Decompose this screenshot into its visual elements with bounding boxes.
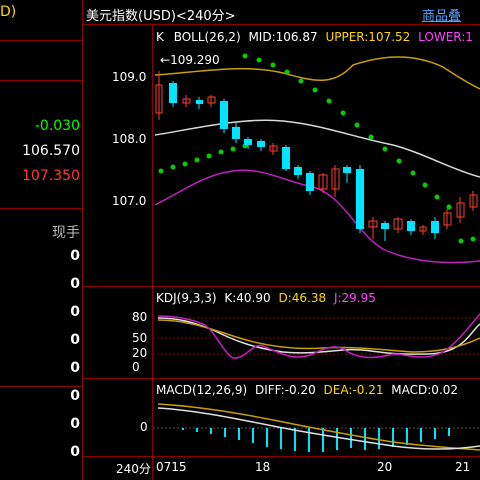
left-divider-1 <box>0 40 82 41</box>
zero-value: 0 <box>70 304 80 320</box>
left-divider-4 <box>0 386 82 387</box>
period-label: 240分 <box>116 462 151 476</box>
left-title-fragment: D) <box>0 4 17 20</box>
kdj-d-line <box>157 319 480 353</box>
macd-indicator-row: MACD(12,26,9) DIFF:-0.20 DEA:-0.21 MACD:… <box>156 383 458 397</box>
kdj-tick-0: 0 <box>132 360 140 374</box>
boll-lower-line <box>154 169 480 264</box>
zero-value: 0 <box>70 276 80 292</box>
macd-dea: DEA:-0.21 <box>323 383 384 397</box>
candlestick-chart <box>154 53 480 264</box>
section-label-volume: 现手 <box>52 225 80 241</box>
boll-mid-line <box>154 119 480 178</box>
zero-value: 0 <box>70 248 80 264</box>
macd-chart <box>153 403 480 452</box>
kdj-tick-50: 50 <box>132 331 148 345</box>
kdj-chart <box>153 313 480 359</box>
current-price: 106.570 <box>22 143 80 159</box>
commodity-overlay-link[interactable]: 商品叠 <box>422 5 461 24</box>
boll-upper-line <box>154 56 480 90</box>
date-label-20: 20 <box>377 460 393 474</box>
macd-dea-line <box>157 403 480 451</box>
left-divider-2 <box>0 80 82 81</box>
macd-diff: DIFF:-0.20 <box>254 383 316 397</box>
y-tick-108: 108.0 <box>112 132 147 146</box>
date-label-0715: 0715 <box>156 460 187 474</box>
macd-tick-0: 0 <box>140 420 148 434</box>
zero-value: 0 <box>70 332 80 348</box>
kdj-tick-80: 80 <box>132 310 148 324</box>
kdj-divider <box>82 286 480 287</box>
macd-value: MACD:0.02 <box>391 383 459 397</box>
macd-divider <box>82 378 480 379</box>
panel-separator <box>82 0 83 480</box>
candles <box>155 71 478 241</box>
left-divider-3 <box>0 208 82 209</box>
date-divider <box>82 456 480 457</box>
macd-label: MACD(12,26,9) <box>156 383 248 397</box>
date-label-21: 21 <box>455 460 471 474</box>
chart-title: 美元指数(USD)<240分> <box>86 9 236 24</box>
y-tick-107: 107.0 <box>112 194 147 208</box>
sar-dots <box>158 53 476 244</box>
date-label-18: 18 <box>255 460 271 474</box>
zero-value: 0 <box>70 444 80 460</box>
high-price: 107.350 <box>22 168 80 184</box>
y-tick-109: 109.0 <box>112 70 147 84</box>
kdj-tick-20: 20 <box>132 346 148 360</box>
change-value: -0.030 <box>34 118 80 134</box>
zero-value: 0 <box>70 416 80 432</box>
zero-value: 0 <box>70 360 80 376</box>
zero-value: 0 <box>70 388 80 404</box>
